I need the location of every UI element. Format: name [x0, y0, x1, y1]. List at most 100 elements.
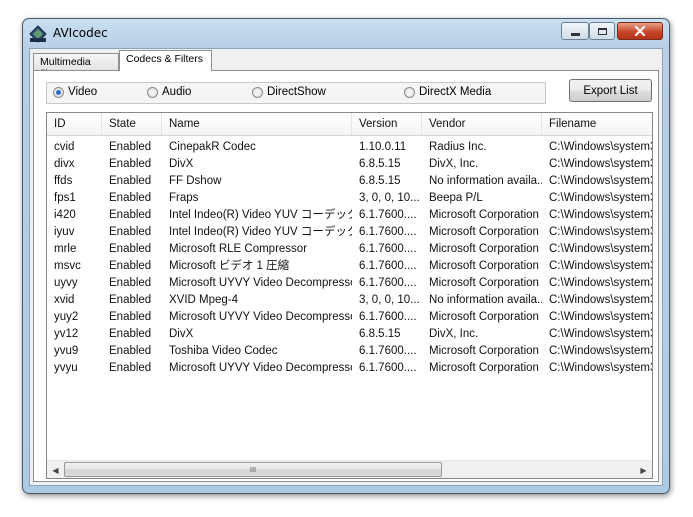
cell-state: Enabled [109, 294, 152, 306]
window-title: AVIcodec [53, 26, 108, 40]
cell-version: 3, 0, 0, 10... [359, 192, 420, 204]
cell-vendor: Microsoft Corporation [429, 277, 539, 289]
table-row[interactable]: yvu9 Enabled Toshiba Video Codec 6.1.7600..… [47, 343, 652, 360]
radio-directshow[interactable]: DirectShow [252, 86, 326, 98]
cell-name: DivX [169, 328, 194, 340]
table-row[interactable]: yv12 Enabled DivX 6.8.5.15 DivX, Inc. C:\Wind… [47, 326, 652, 343]
cell-id: iyuv [54, 226, 75, 238]
title-bar[interactable]: AVIcodec [23, 19, 669, 47]
cell-id: yvu9 [54, 345, 79, 357]
radio-audio[interactable]: Audio [147, 86, 191, 98]
table-row[interactable]: divx Enabled DivX 6.8.5.15 DivX, Inc. C:\Wind… [47, 156, 652, 173]
column-header-name[interactable]: Name [162, 113, 352, 135]
radio-video[interactable]: Video [53, 86, 97, 98]
cell-name: Intel Indeo(R) Video YUV コーデック [169, 209, 352, 221]
cell-version: 1.10.0.11 [359, 141, 407, 153]
cell-filename: C:\Windows\system3 [549, 362, 653, 374]
table-row[interactable]: yvyu Enabled Microsoft UYVY Video Decompre… [47, 360, 652, 377]
cell-version: 3, 0, 0, 10... [359, 294, 420, 306]
list-rows: cvid Enabled CinepakR Codec 1.10.0.11 Radius… [47, 139, 652, 377]
cell-name: FF Dshow [169, 175, 222, 187]
tab-multimedia-files[interactable]: Multimedia files [33, 53, 119, 80]
cell-id: cvid [54, 141, 75, 153]
tab-codecs-filters[interactable]: Codecs & Filters [119, 50, 212, 71]
cell-state: Enabled [109, 158, 152, 170]
column-header-filename[interactable]: Filename [542, 113, 652, 135]
radio-directshow-indicator[interactable] [252, 86, 263, 98]
cell-id: yvyu [54, 362, 78, 374]
horizontal-scrollbar[interactable]: ◀ III ▶ [47, 460, 652, 478]
client-area: Multimedia files Codecs & Filters Video … [29, 48, 663, 486]
cell-id: xvid [54, 294, 75, 306]
cell-state: Enabled [109, 362, 152, 374]
cell-vendor: Beepa P/L [429, 192, 483, 204]
table-row[interactable]: i420 Enabled Intel Indeo(R) Video YUV コーデッ… [47, 207, 652, 224]
arrow-right-icon[interactable]: ▶ [635, 461, 652, 478]
cell-version: 6.1.7600.... [359, 209, 417, 221]
cell-name: Microsoft UYVY Video Decompressor [169, 362, 352, 374]
cell-name: Microsoft RLE Compressor [169, 243, 308, 255]
cell-version: 6.1.7600.... [359, 362, 417, 374]
cell-name: Microsoft UYVY Video Decompressor [169, 277, 352, 289]
cell-id: msvc [54, 260, 81, 272]
table-row[interactable]: ffds Enabled FF Dshow 6.8.5.15 No informatio… [47, 173, 652, 190]
filter-radio-group: Video Audio DirectShow DirectX Media [46, 82, 546, 104]
column-header-state[interactable]: State [102, 113, 162, 135]
scrollbar-thumb[interactable]: III [64, 462, 442, 477]
radio-directx-media-label: DirectX Media [419, 86, 492, 98]
cell-filename: C:\Windows\system3 [549, 209, 653, 221]
radio-directx-media[interactable]: DirectX Media [404, 86, 491, 98]
table-row[interactable]: mrle Enabled Microsoft RLE Compressor 6.1.7… [47, 241, 652, 258]
close-icon [634, 26, 646, 36]
cell-version: 6.8.5.15 [359, 328, 401, 340]
radio-audio-indicator[interactable] [147, 86, 158, 98]
minimize-button[interactable] [561, 22, 589, 40]
export-list-button[interactable]: Export List [569, 79, 652, 102]
cell-state: Enabled [109, 277, 152, 289]
cell-name: Fraps [169, 192, 199, 204]
cell-id: yuy2 [54, 311, 79, 323]
close-button[interactable] [617, 22, 663, 40]
cell-vendor: Microsoft Corporation [429, 362, 539, 374]
cell-vendor: No information availa... [429, 294, 542, 306]
cell-id: uyvy [54, 277, 78, 289]
column-header-id[interactable]: ID [47, 113, 102, 135]
cell-id: i420 [54, 209, 76, 221]
table-row[interactable]: yuy2 Enabled Microsoft UYVY Video Decompre… [47, 309, 652, 326]
cell-version: 6.8.5.15 [359, 158, 401, 170]
arrow-left-icon[interactable]: ◀ [47, 461, 64, 478]
cell-filename: C:\Windows\system3 [549, 226, 653, 238]
table-row[interactable]: uyvy Enabled Microsoft UYVY Video Decompre… [47, 275, 652, 292]
cell-state: Enabled [109, 209, 152, 221]
table-row[interactable]: cvid Enabled CinepakR Codec 1.10.0.11 Radius… [47, 139, 652, 156]
column-header-version[interactable]: Version [352, 113, 422, 135]
cell-state: Enabled [109, 260, 152, 272]
cell-filename: C:\Windows\system3 [549, 311, 653, 323]
app-window: AVIcodec Multimedia files Codecs & Filte… [22, 18, 670, 494]
table-row[interactable]: iyuv Enabled Intel Indeo(R) Video YUV コーデッ… [47, 224, 652, 241]
cell-version: 6.1.7600.... [359, 345, 417, 357]
radio-video-indicator[interactable] [53, 86, 64, 98]
table-row[interactable]: xvid Enabled XVID Mpeg-4 3, 0, 0, 10... No i… [47, 292, 652, 309]
minimize-icon [570, 32, 580, 36]
column-header-vendor[interactable]: Vendor [422, 113, 542, 135]
cell-name: Microsoft ビデオ 1 圧縮 [169, 260, 290, 272]
cell-state: Enabled [109, 141, 152, 153]
codec-list[interactable]: ID State Name Version Vendor Filename cv… [46, 112, 653, 479]
table-row[interactable]: msvc Enabled Microsoft ビデオ 1 圧縮 6.1.7600...… [47, 258, 652, 275]
table-row[interactable]: fps1 Enabled Fraps 3, 0, 0, 10... Beepa P/L C… [47, 190, 652, 207]
codecs-panel: Video Audio DirectShow DirectX Media Exp… [33, 70, 659, 482]
cell-name: Intel Indeo(R) Video YUV コーデック [169, 226, 352, 238]
cell-id: mrle [54, 243, 77, 255]
cell-vendor: DivX, Inc. [429, 158, 479, 170]
radio-audio-label: Audio [162, 86, 192, 98]
maximize-button[interactable] [589, 22, 615, 40]
list-header: ID State Name Version Vendor Filename [47, 113, 652, 136]
radio-directx-media-indicator[interactable] [404, 86, 415, 98]
cell-id: divx [54, 158, 75, 170]
cell-version: 6.1.7600.... [359, 260, 417, 272]
cell-vendor: Radius Inc. [429, 141, 487, 153]
cell-vendor: Microsoft Corporation [429, 243, 539, 255]
cell-state: Enabled [109, 192, 152, 204]
cell-state: Enabled [109, 328, 152, 340]
